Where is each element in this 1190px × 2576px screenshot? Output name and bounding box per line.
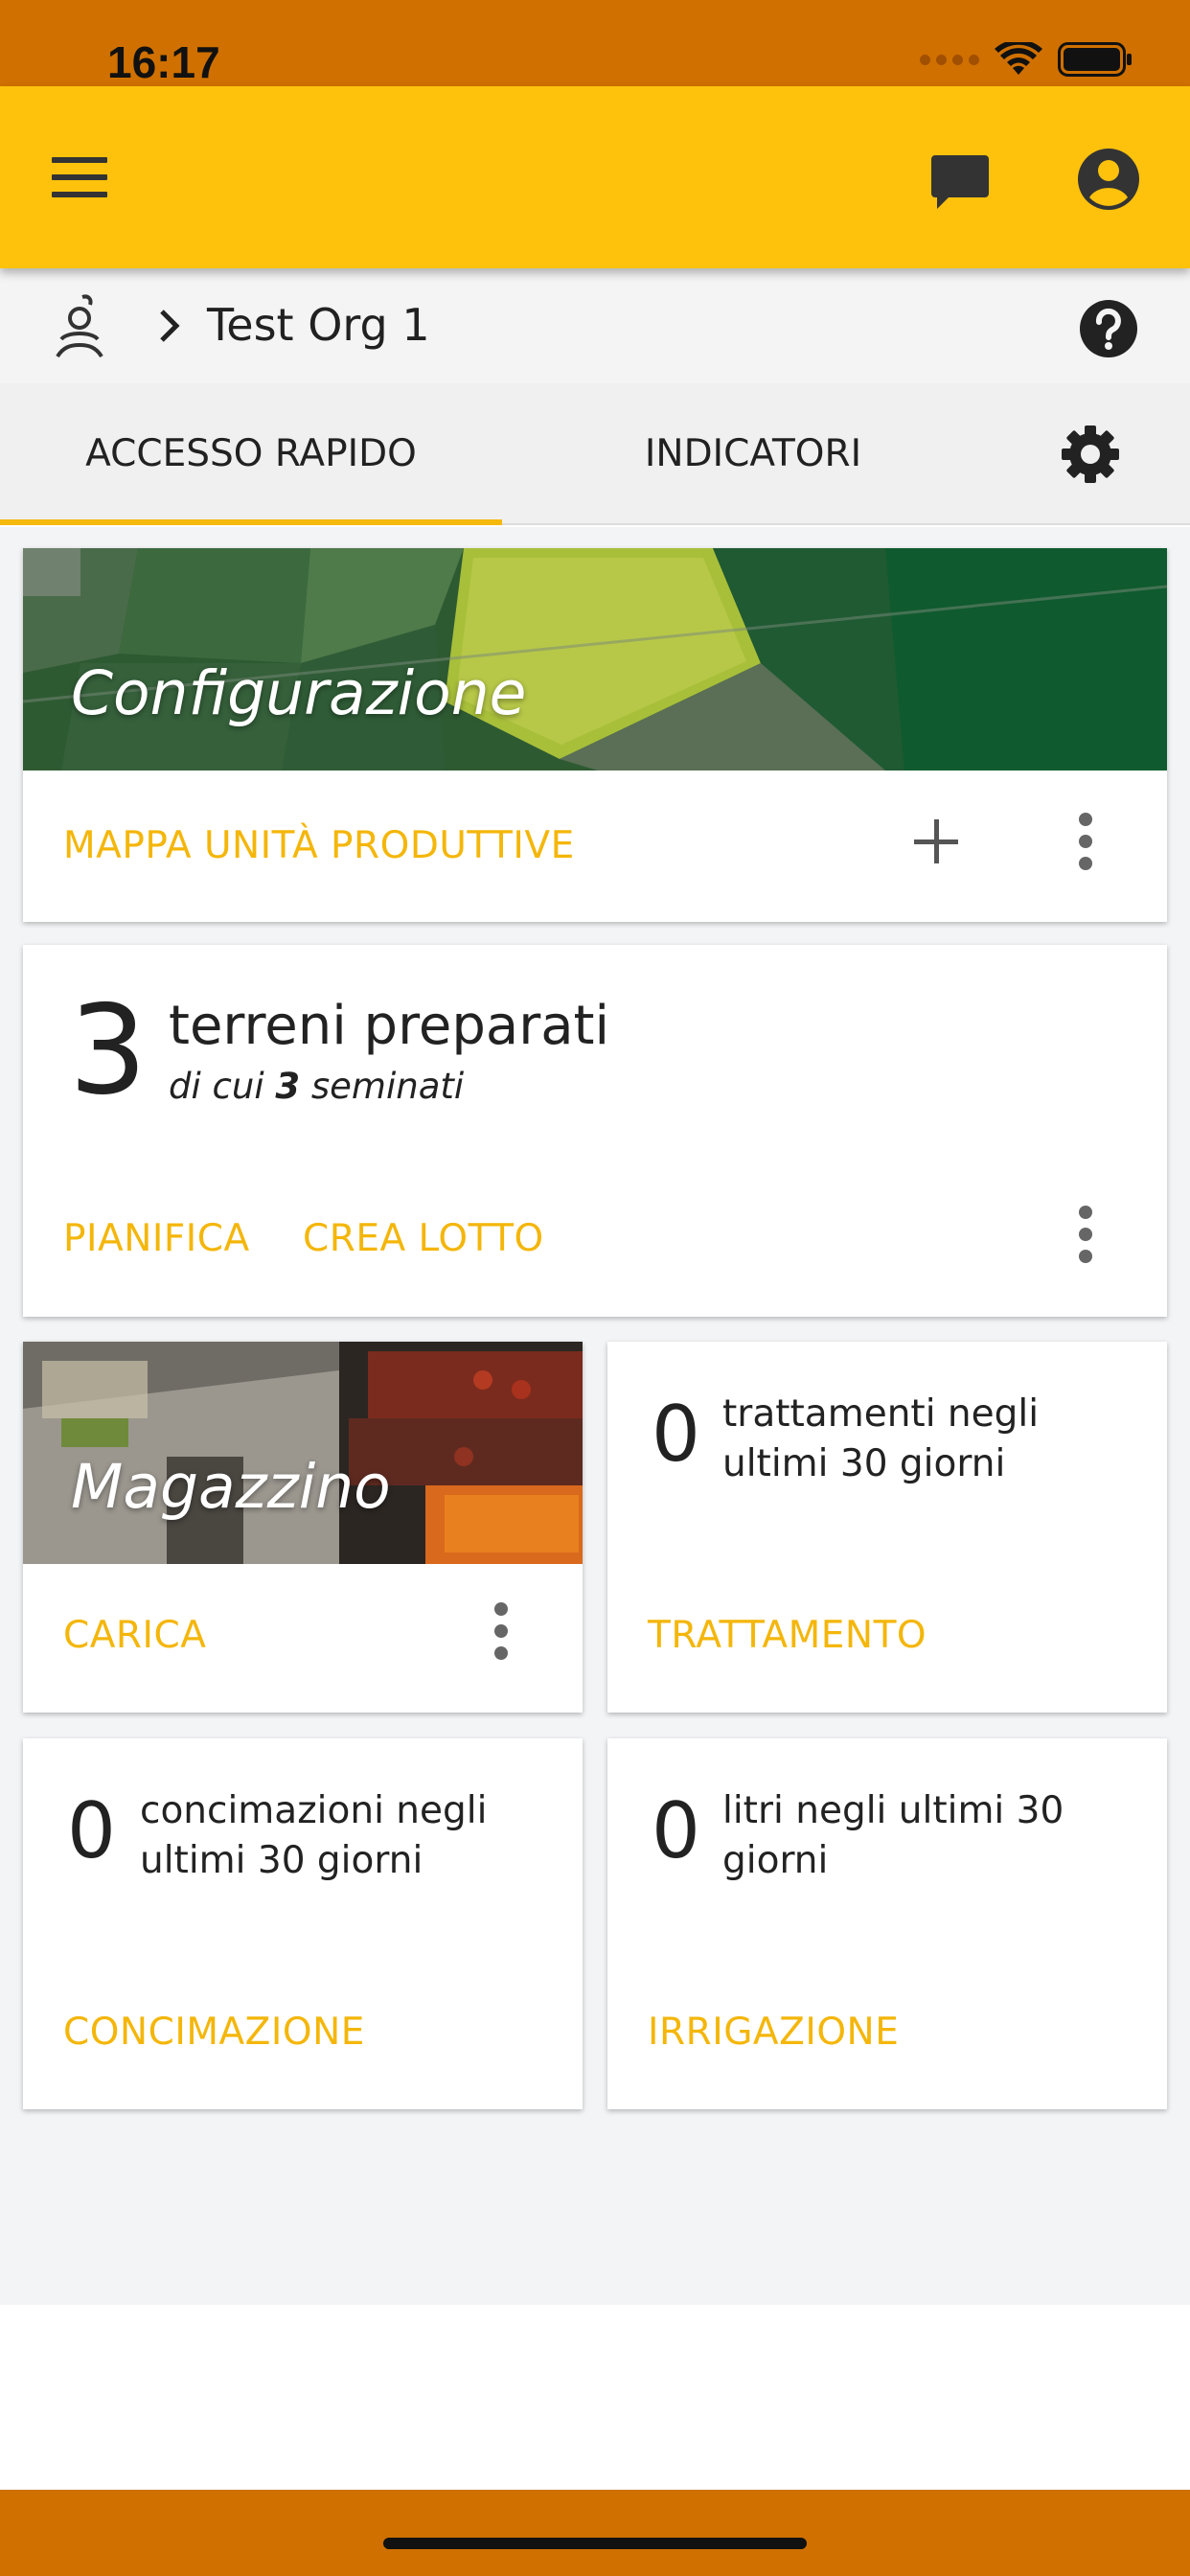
irrigazione-card: 0 litri negli ultimi 30 giorni IRRIGAZIO… bbox=[607, 1738, 1167, 2109]
magazzino-card: Magazzino CARICA bbox=[23, 1342, 583, 1713]
terreni-subtitle: di cui 3 seminati bbox=[169, 1064, 464, 1110]
home-indicator[interactable] bbox=[383, 2538, 807, 2549]
active-tab-indicator bbox=[0, 519, 502, 525]
irrigazione-text: litri negli ultimi 30 giorni bbox=[722, 1789, 1064, 1882]
concimazioni-card: 0 concimazioni negli ultimi 30 giorni CO… bbox=[23, 1738, 583, 2109]
menu-icon[interactable] bbox=[52, 157, 107, 197]
configurazione-image[interactable]: Configurazione bbox=[23, 548, 1167, 770]
help-icon[interactable] bbox=[1079, 299, 1138, 358]
org-bar: Test Org 1 bbox=[0, 268, 1190, 383]
trattamenti-card: 0 trattamenti negli ultimi 30 giorni TRA… bbox=[607, 1342, 1167, 1713]
subtitle-suffix: seminati bbox=[300, 1066, 465, 1107]
tab-bar: ACCESSO RAPIDO INDICATORI bbox=[0, 383, 1190, 525]
irrigazione-count: 0 bbox=[652, 1786, 700, 1875]
tab-indicatori[interactable]: INDICATORI bbox=[502, 383, 1004, 523]
status-indicators bbox=[920, 42, 1133, 77]
magazzino-title: Magazzino bbox=[71, 1452, 391, 1522]
configurazione-card: Configurazione MAPPA UNITÀ PRODUTTIVE bbox=[23, 548, 1167, 922]
status-bar: 16:17 bbox=[0, 0, 1190, 87]
terreni-count: 3 bbox=[69, 979, 148, 1122]
settings-icon[interactable] bbox=[1060, 424, 1121, 485]
magazzino-image[interactable]: Magazzino bbox=[23, 1342, 583, 1564]
irrigazione-button[interactable]: IRRIGAZIONE bbox=[648, 2011, 899, 2054]
concimazioni-text: concimazioni negli ultimi 30 giorni bbox=[140, 1789, 488, 1882]
org-name[interactable]: Test Org 1 bbox=[207, 299, 430, 351]
org-logo-icon[interactable] bbox=[50, 293, 109, 362]
configurazione-title: Configurazione bbox=[71, 658, 527, 728]
bottom-bar bbox=[0, 2490, 1190, 2576]
terreni-title: terreni preparati bbox=[169, 995, 610, 1057]
app-bar bbox=[0, 86, 1190, 268]
chevron-right-icon bbox=[160, 310, 180, 342]
dashboard-content: Configurazione MAPPA UNITÀ PRODUTTIVE 3 … bbox=[0, 527, 1190, 2305]
more-vert-icon[interactable] bbox=[494, 1602, 510, 1660]
trattamenti-count: 0 bbox=[652, 1390, 700, 1479]
carica-button[interactable]: CARICA bbox=[63, 1614, 206, 1657]
battery-icon bbox=[1058, 42, 1132, 77]
pianifica-button[interactable]: PIANIFICA bbox=[63, 1217, 250, 1260]
crea-lotto-button[interactable]: CREA LOTTO bbox=[303, 1217, 544, 1260]
trattamento-button[interactable]: TRATTAMENTO bbox=[648, 1614, 927, 1657]
tab-accesso-rapido[interactable]: ACCESSO RAPIDO bbox=[0, 383, 502, 523]
concimazioni-count: 0 bbox=[67, 1786, 116, 1875]
subtitle-number: 3 bbox=[275, 1066, 301, 1107]
status-time: 16:17 bbox=[107, 37, 220, 87]
more-vert-icon[interactable] bbox=[1079, 813, 1094, 870]
more-vert-icon[interactable] bbox=[1079, 1206, 1094, 1263]
mappa-unita-produttive-button[interactable]: MAPPA UNITÀ PRODUTTIVE bbox=[63, 824, 575, 867]
plus-icon[interactable] bbox=[914, 819, 958, 863]
chat-icon[interactable] bbox=[929, 151, 991, 213]
wifi-icon bbox=[995, 42, 1042, 75]
concimazione-button[interactable]: CONCIMAZIONE bbox=[63, 2011, 365, 2054]
terreni-card: 3 terreni preparati di cui 3 seminati PI… bbox=[23, 945, 1167, 1317]
subtitle-prefix: di cui bbox=[169, 1066, 276, 1107]
account-icon[interactable] bbox=[1077, 148, 1140, 211]
signal-icon bbox=[920, 54, 979, 65]
trattamenti-text: trattamenti negli ultimi 30 giorni bbox=[722, 1392, 1040, 1485]
